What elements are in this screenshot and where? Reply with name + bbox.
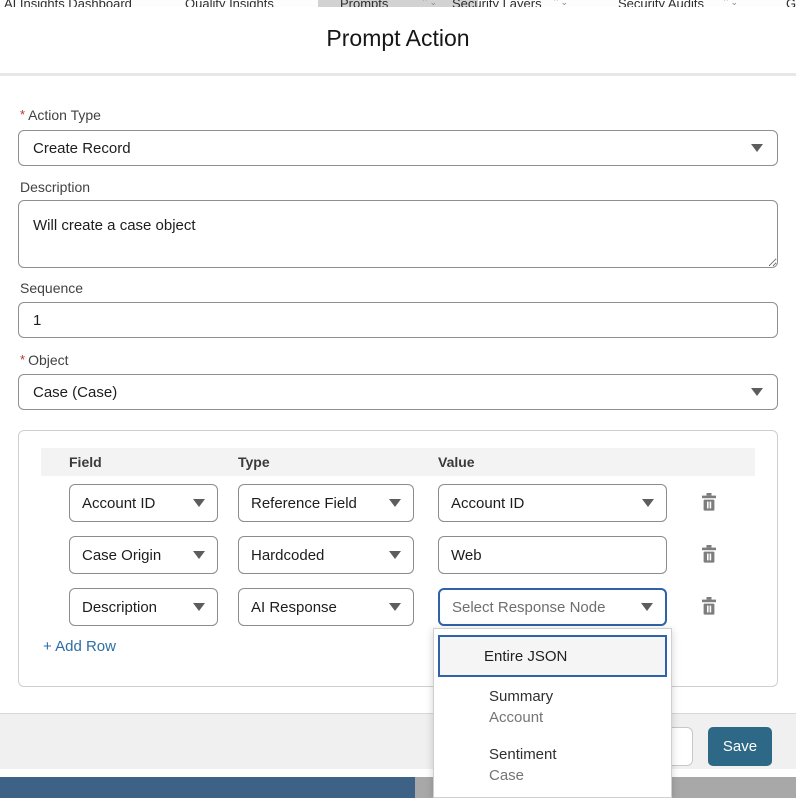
option-group-sentiment[interactable]: Sentiment Case — [434, 744, 671, 786]
chevron-down-icon — [751, 144, 763, 152]
row2-value-input-box — [438, 536, 667, 574]
row2-type-select[interactable]: Hardcoded — [238, 536, 414, 574]
screen: AI Insights Dashboard Quality Insights P… — [0, 0, 796, 798]
mapping-table-header: Field Type Value — [41, 448, 755, 476]
background-blue-bar — [0, 777, 415, 798]
row1-type-value: Reference Field — [251, 495, 389, 512]
row1-field-value: Account ID — [82, 495, 193, 512]
object-label: *Object — [20, 352, 69, 368]
trash-icon — [701, 493, 717, 511]
option-group-summary[interactable]: Summary Account — [434, 686, 671, 728]
option-summary-object[interactable]: Account — [489, 707, 671, 728]
row2-value-input[interactable] — [451, 547, 654, 564]
chevron-down-icon — [193, 551, 205, 559]
option-summary[interactable]: Summary — [489, 686, 671, 707]
action-type-value: Create Record — [33, 140, 751, 157]
tab-ai-insights-dashboard[interactable]: AI Insights Dashboard — [4, 0, 132, 7]
row3-value-placeholder: Select Response Node — [452, 599, 641, 616]
row3-type-select[interactable]: AI Response — [238, 588, 414, 626]
row2-field-select[interactable]: Case Origin — [69, 536, 218, 574]
table-row: Case Origin Hardcoded — [41, 536, 755, 574]
row2-type-value: Hardcoded — [251, 547, 389, 564]
table-row: Account ID Reference Field Account ID — [41, 484, 755, 522]
row1-delete-button[interactable] — [701, 493, 717, 513]
row2-field-value: Case Origin — [82, 547, 193, 564]
row3-field-value: Description — [82, 599, 193, 616]
option-sentiment[interactable]: Sentiment — [489, 744, 671, 765]
action-type-label: *Action Type — [20, 107, 101, 123]
chevron-down-icon — [389, 551, 401, 559]
object-select[interactable]: Case (Case) — [18, 374, 778, 410]
description-textarea[interactable]: Will create a case object — [18, 200, 778, 268]
chevron-down-icon — [642, 499, 654, 507]
tab-security-layers[interactable]: Security Layers — [452, 0, 542, 7]
tab-security-audits-caret-icon[interactable]: ⌃⌄ — [722, 0, 739, 7]
option-entire-json[interactable]: Entire JSON — [438, 635, 667, 677]
tab-quality-insights[interactable]: Quality Insights — [185, 0, 274, 7]
header-type: Type — [238, 454, 438, 470]
background-bottom-area — [0, 777, 796, 798]
background-tab-bar: AI Insights Dashboard Quality Insights P… — [0, 0, 796, 7]
tab-security-audits[interactable]: Security Audits — [618, 0, 704, 7]
chevron-down-icon — [193, 499, 205, 507]
action-type-select[interactable]: Create Record — [18, 130, 778, 166]
title-divider — [0, 73, 796, 76]
chevron-down-icon — [641, 603, 653, 611]
tab-prompts[interactable]: Prompts — [340, 0, 388, 7]
tab-cutoff-right[interactable]: G — [786, 0, 796, 7]
row3-type-value: AI Response — [251, 599, 389, 616]
sequence-input[interactable] — [18, 302, 778, 338]
trash-icon — [701, 545, 717, 563]
row3-field-select[interactable]: Description — [69, 588, 218, 626]
required-asterisk: * — [20, 352, 25, 367]
tab-prompts-caret-icon[interactable]: ⌃⌄ — [421, 0, 438, 7]
chevron-down-icon — [751, 388, 763, 396]
row3-delete-button[interactable] — [701, 597, 717, 617]
chevron-down-icon — [389, 603, 401, 611]
save-button[interactable]: Save — [708, 727, 772, 766]
row1-value-select[interactable]: Account ID — [438, 484, 667, 522]
description-label: Description — [20, 179, 90, 195]
object-value: Case (Case) — [33, 384, 751, 401]
row2-delete-button[interactable] — [701, 545, 717, 565]
prompt-action-modal: Prompt Action *Action Type Create Record… — [0, 7, 796, 777]
response-node-dropdown: Entire JSON Summary Account Sentiment Ca… — [433, 628, 672, 798]
header-value: Value — [438, 454, 667, 470]
row1-value-value: Account ID — [451, 495, 642, 512]
row3-value-select[interactable]: Select Response Node — [438, 588, 667, 626]
option-sentiment-object[interactable]: Case — [489, 765, 671, 786]
required-asterisk: * — [20, 107, 25, 122]
row1-field-select[interactable]: Account ID — [69, 484, 218, 522]
page-title: Prompt Action — [0, 25, 796, 52]
row1-type-select[interactable]: Reference Field — [238, 484, 414, 522]
chevron-down-icon — [389, 499, 401, 507]
add-row-button[interactable]: + Add Row — [43, 638, 116, 655]
sequence-label: Sequence — [20, 280, 83, 296]
table-row: Description AI Response Select Response … — [41, 588, 755, 626]
tab-security-layers-caret-icon[interactable]: ⌃⌄ — [552, 0, 569, 7]
trash-icon — [701, 597, 717, 615]
header-field: Field — [69, 454, 238, 470]
chevron-down-icon — [193, 603, 205, 611]
